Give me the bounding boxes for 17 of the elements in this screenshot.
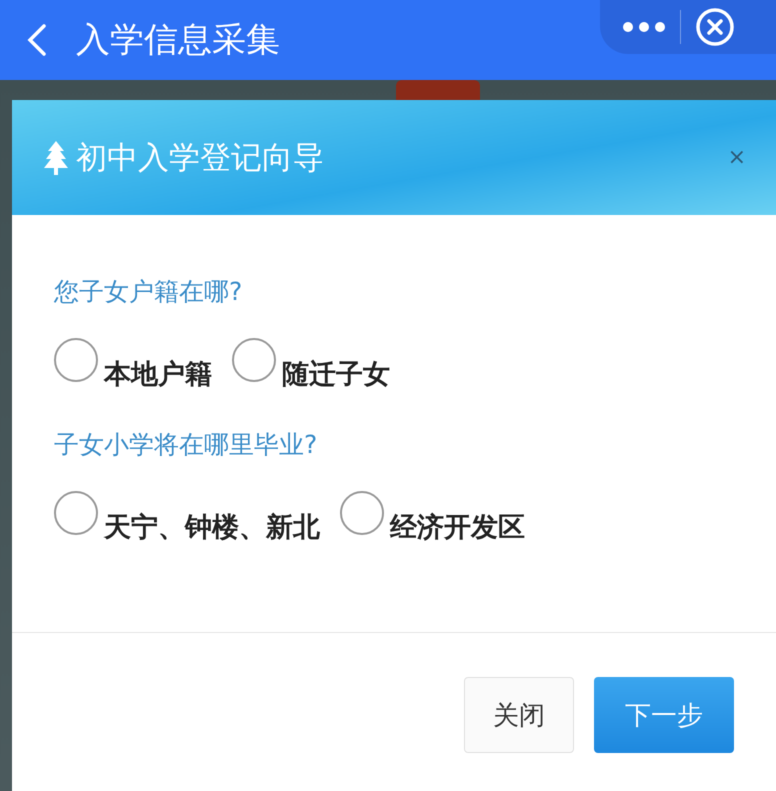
- radio-button[interactable]: [54, 491, 98, 535]
- question-label: 您子女户籍在哪?: [54, 276, 244, 308]
- question-label: 子女小学将在哪里毕业?: [54, 429, 318, 461]
- option-label[interactable]: 天宁、钟楼、新北: [104, 509, 320, 545]
- option-label[interactable]: 随迁子女: [282, 356, 390, 392]
- option-label[interactable]: 本地户籍: [104, 356, 212, 392]
- radio-button[interactable]: [340, 491, 384, 535]
- radio-button[interactable]: [54, 338, 98, 382]
- dialog-title: 初中入学登记向导: [76, 138, 325, 178]
- close-icon[interactable]: [695, 7, 735, 47]
- back-icon[interactable]: [26, 23, 48, 57]
- page-title: 入学信息采集: [76, 19, 281, 62]
- radio-button[interactable]: [232, 338, 276, 382]
- tree-icon: [44, 140, 68, 176]
- option-label[interactable]: 经济开发区: [390, 509, 525, 545]
- close-dialog-button[interactable]: 关闭: [464, 677, 574, 753]
- more-icon[interactable]: [622, 21, 666, 33]
